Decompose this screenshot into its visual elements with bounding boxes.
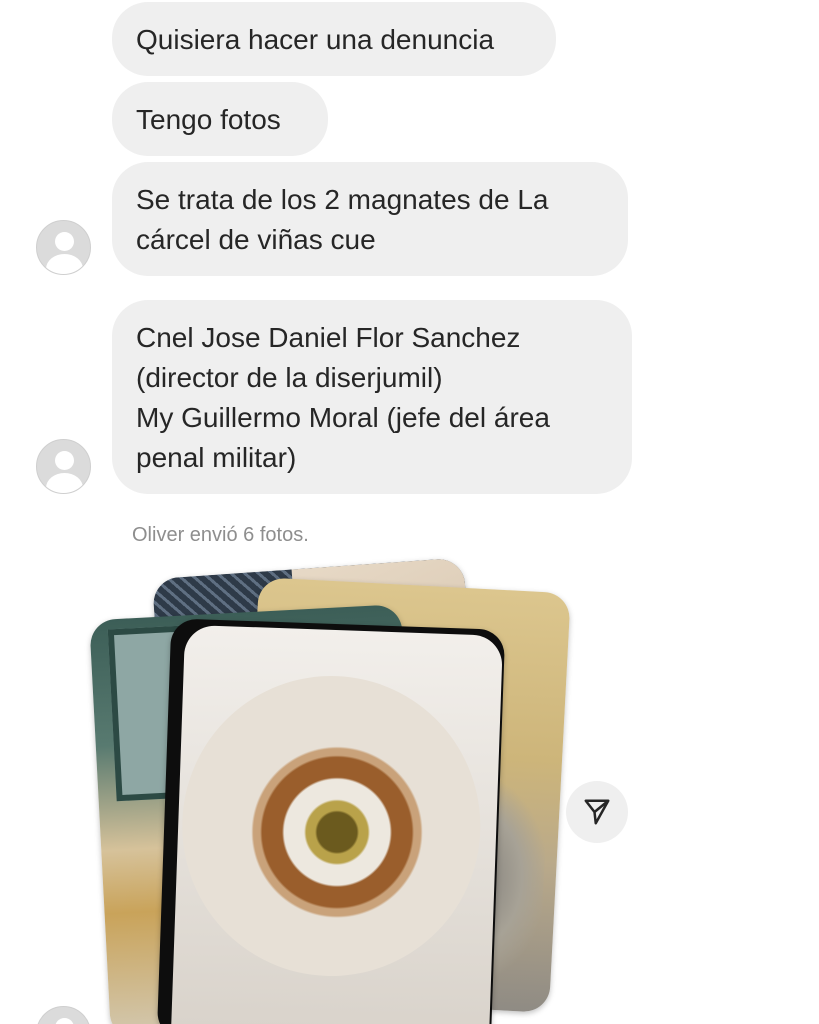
- avatar-torso: [46, 254, 83, 274]
- sender-avatar-icon[interactable]: [36, 220, 91, 275]
- conversation-thread: Quisiera hacer una denuncia Tengo fotos …: [0, 0, 819, 1024]
- avatar-head: [55, 1018, 74, 1024]
- sender-avatar-icon[interactable]: [36, 1006, 91, 1024]
- message-bubble[interactable]: Quisiera hacer una denuncia: [112, 2, 556, 76]
- share-button[interactable]: [566, 781, 628, 843]
- avatar-head: [55, 232, 74, 251]
- message-bubble[interactable]: Cnel Jose Daniel Flor Sanchez (director …: [112, 300, 632, 494]
- photos-sent-notice: Oliver envió 6 fotos.: [132, 524, 309, 546]
- avatar-head: [55, 451, 74, 470]
- sender-avatar-icon[interactable]: [36, 439, 91, 494]
- message-bubble[interactable]: Tengo fotos: [112, 82, 328, 156]
- message-bubble[interactable]: Se trata de los 2 magnates de La cárcel …: [112, 162, 628, 276]
- photo-thumbnail-front[interactable]: [156, 618, 506, 1024]
- avatar-torso: [46, 473, 83, 493]
- paper-plane-icon: [584, 799, 610, 825]
